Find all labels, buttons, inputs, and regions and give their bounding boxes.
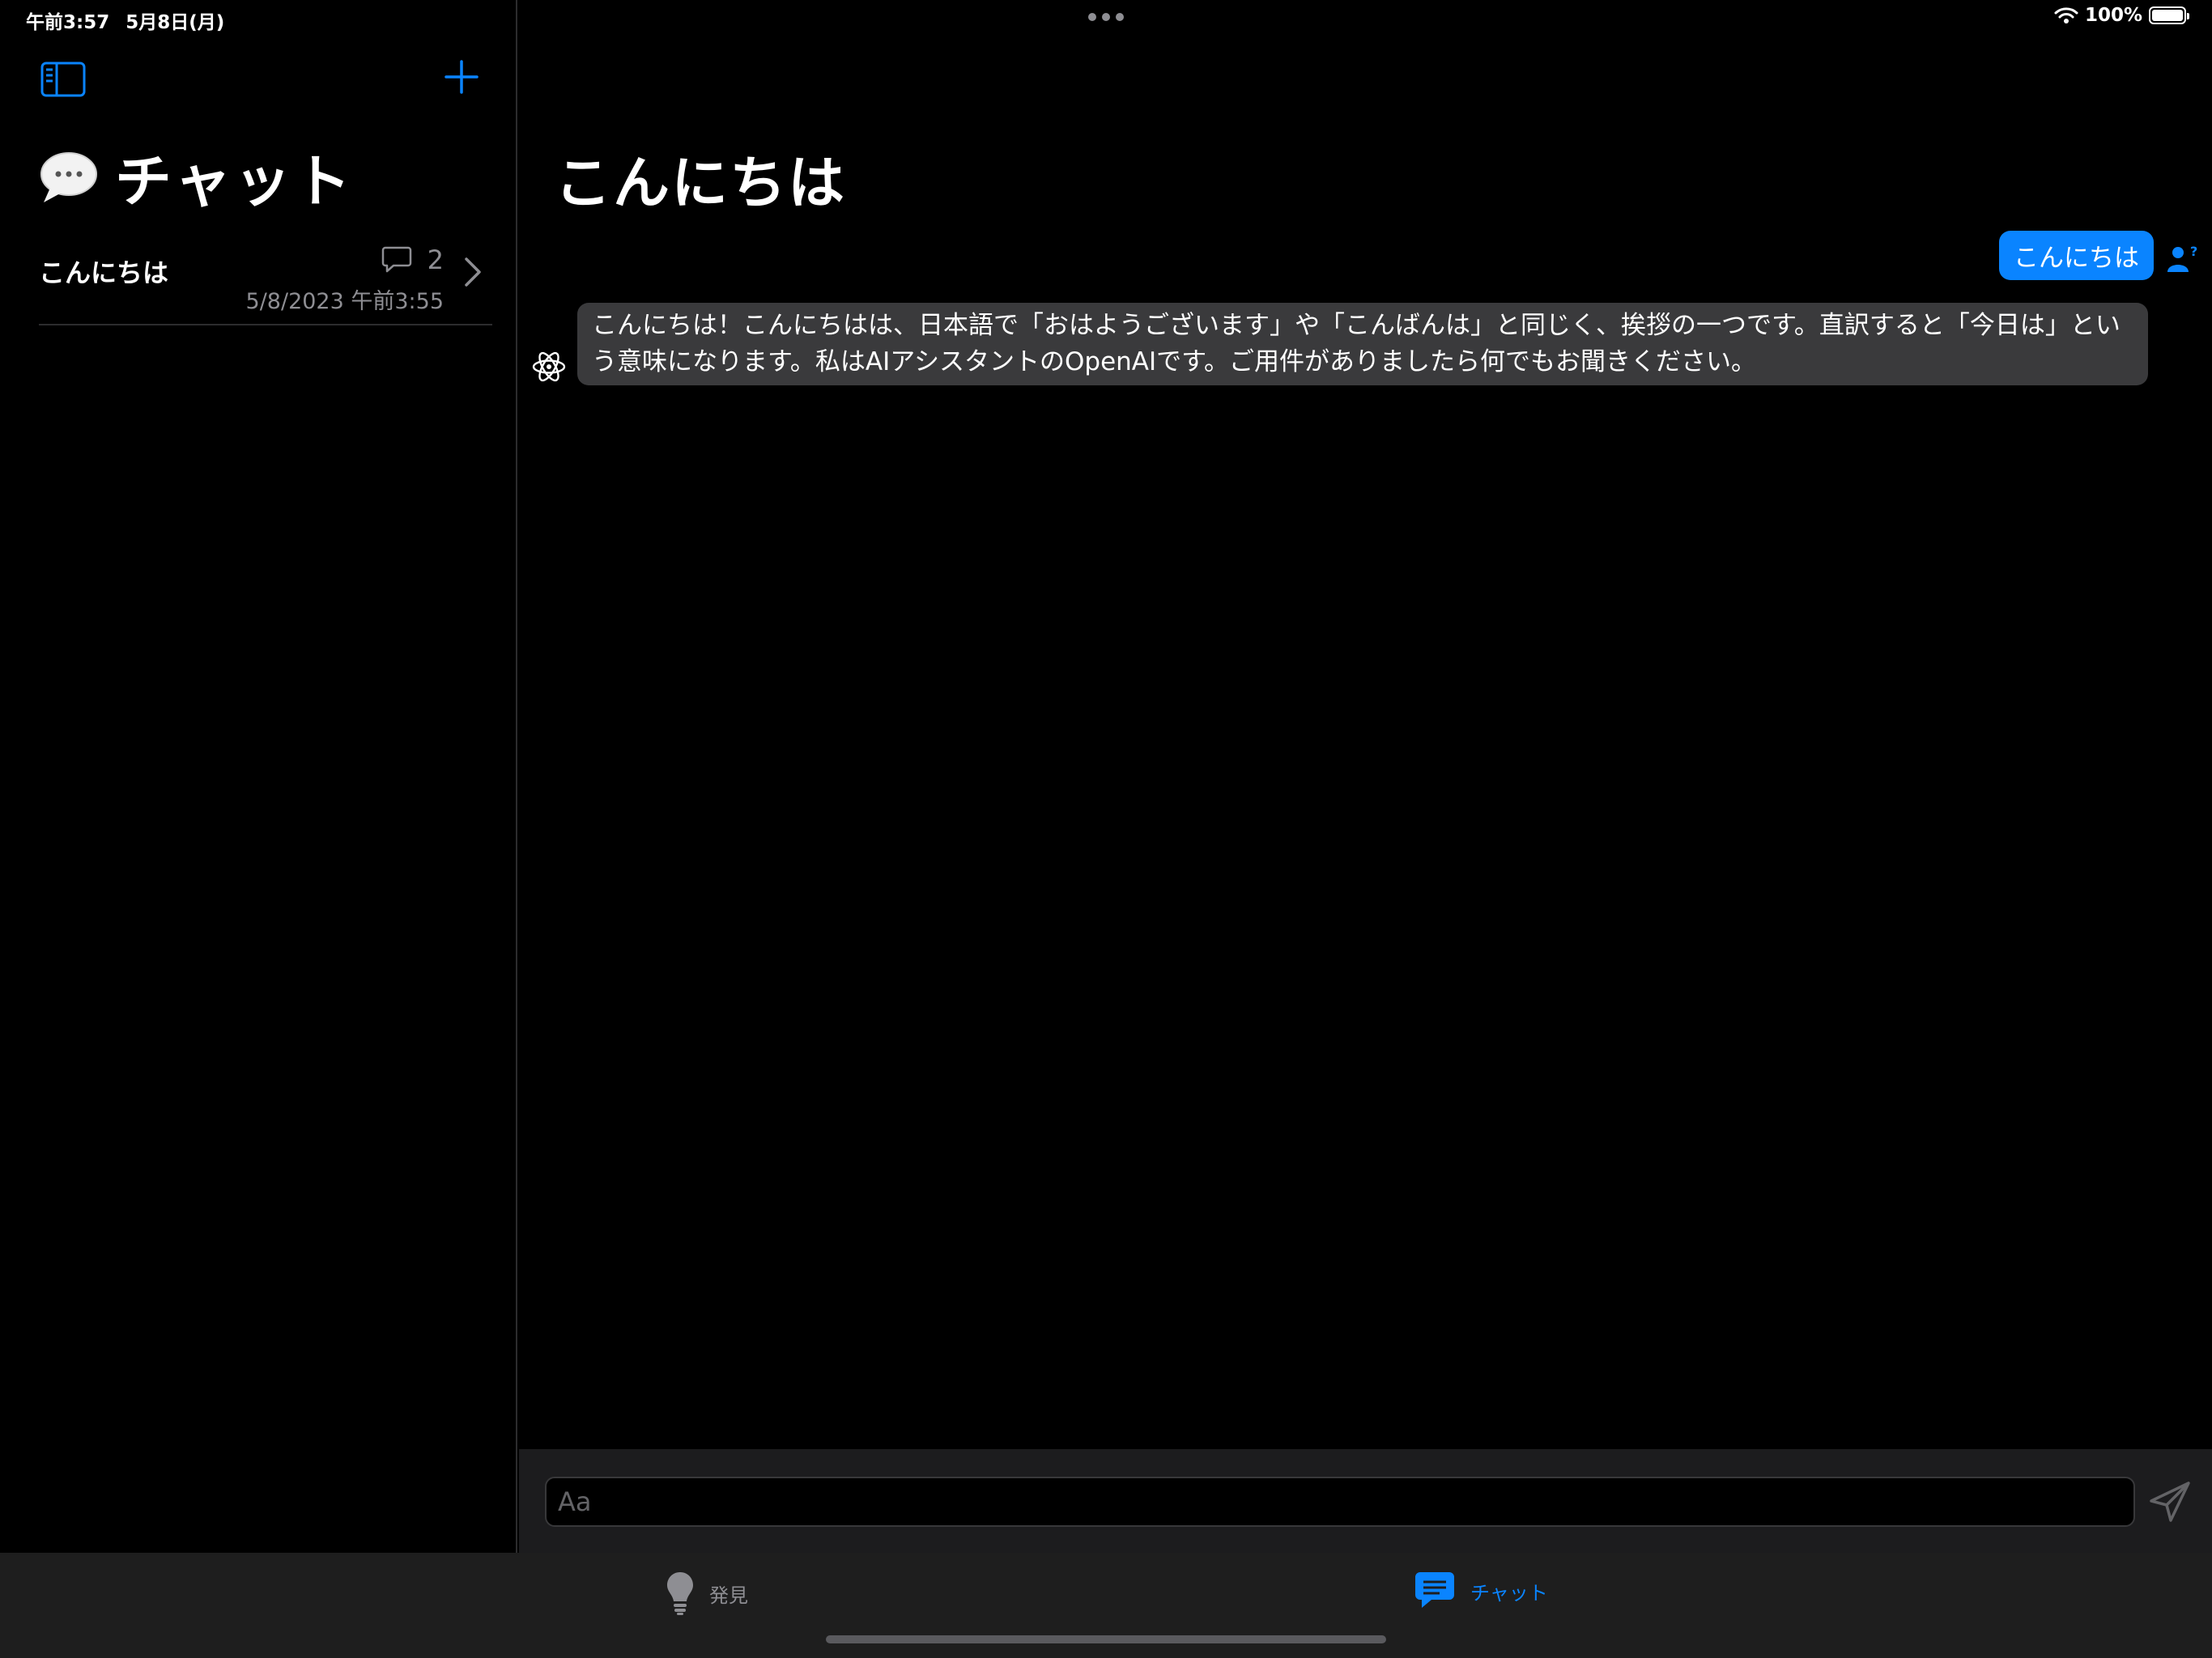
lightbulb-icon [667, 1572, 693, 1615]
chat-list-item[interactable]: こんにちは 2 5/8/2023 午前3:55 [39, 235, 492, 325]
chat-bubble-icon [1415, 1572, 1454, 1608]
app-root: チャット こんにちは 2 5/8/2023 午前3:55 午前3:57 5月8日… [0, 0, 2212, 1658]
tab-chat[interactable]: チャット [1414, 1571, 1548, 1611]
sidebar-icon [40, 62, 86, 97]
chat-title: こんにちは [39, 257, 169, 288]
status-time: 午前3:57 [26, 12, 110, 33]
tab-bar: 発見 チャット [0, 1553, 2212, 1658]
sidebar-title: チャット [39, 136, 354, 218]
user-question-icon: ? [2167, 244, 2197, 272]
tab-chat-label: チャット [1470, 1581, 1548, 1605]
sidebar: チャット こんにちは 2 5/8/2023 午前3:55 [0, 0, 517, 1553]
comment-icon [381, 246, 411, 273]
sidebar-title-text: チャット [115, 148, 355, 215]
message-input[interactable] [545, 1477, 2135, 1527]
chevron-right-icon [465, 257, 481, 287]
assistant-message-bubble: こんにちは！こんにちはは、日本語で「おはようございます」や「こんばんは」と同じく… [577, 303, 2148, 385]
user-message-bubble: こんにちは [1999, 231, 2154, 280]
svg-text:?: ? [2190, 244, 2197, 259]
paper-plane-icon [2150, 1482, 2190, 1522]
speech-bubble-icon [40, 151, 97, 202]
tab-discover-label: 発見 [709, 1584, 748, 1607]
conversation-title: こんにちは [555, 150, 846, 216]
status-bar-left: 午前3:57 5月8日(月) [26, 6, 224, 34]
new-chat-button[interactable] [441, 57, 482, 97]
sidebar-toggle-button[interactable] [40, 62, 86, 97]
status-date: 5月8日(月) [125, 12, 225, 33]
atom-icon [532, 351, 566, 382]
message-count: 2 [381, 244, 444, 275]
send-button[interactable] [2145, 1478, 2193, 1527]
message-composer [519, 1449, 2212, 1553]
conversation-pane: こんにちは こんにちは ? こんにちは！こんにちはは、日本語で「おはようございま… [519, 0, 2212, 1553]
home-indicator[interactable] [826, 1635, 1386, 1643]
message-count-value: 2 [427, 244, 444, 275]
chat-date: 5/8/2023 午前3:55 [245, 289, 444, 314]
plus-icon [445, 60, 479, 94]
tab-discover[interactable]: 発見 [666, 1571, 748, 1616]
